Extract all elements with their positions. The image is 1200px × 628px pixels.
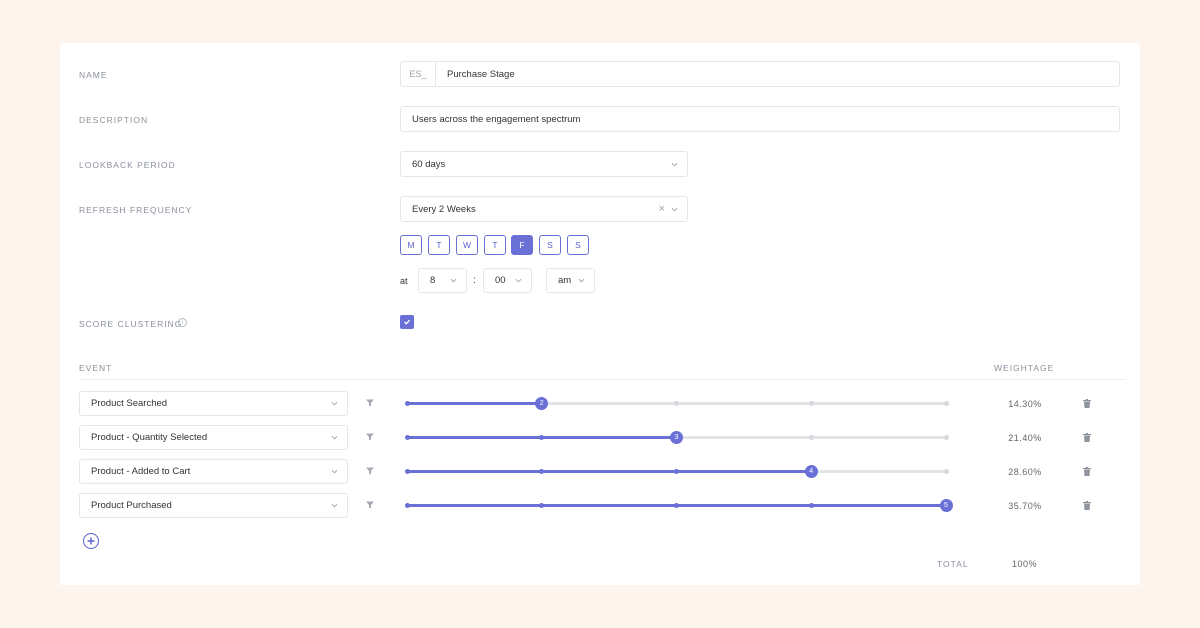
total-label: TOTAL [937, 559, 969, 569]
time-separator: : [473, 275, 476, 286]
lookback-label: LOOKBACK PERIOD [79, 160, 176, 170]
event-name-1: Product Searched [91, 398, 168, 409]
day-button-tue[interactable]: T [428, 235, 450, 255]
event-name-3: Product - Added to Cart [91, 466, 191, 477]
time-at-label: at [400, 276, 408, 286]
event-select-3[interactable]: Product - Added to Cart [79, 459, 348, 484]
slider-thumb[interactable]: 4 [804, 465, 818, 478]
trash-icon[interactable] [1083, 433, 1091, 442]
trash-icon[interactable] [1083, 399, 1091, 408]
slider-step-dot[interactable] [674, 503, 679, 508]
slider-step-dot[interactable] [674, 469, 679, 474]
slider-step-dot[interactable] [808, 503, 814, 508]
refresh-label: REFRESH FREQUENCY [79, 205, 193, 215]
slider-step-dot[interactable] [943, 469, 949, 474]
event-name-4: Product Purchased [91, 500, 172, 511]
slider-step-dot[interactable] [808, 435, 814, 440]
lookback-value: 60 days [412, 158, 446, 170]
trash-icon[interactable] [1083, 501, 1091, 510]
weight-value-3: 28.60% [1008, 467, 1042, 477]
name-field[interactable]: ES_ Purchase Stage [400, 61, 1120, 87]
chevron-down-icon [671, 206, 678, 213]
description-input[interactable]: Users across the engagement spectrum [401, 114, 1119, 125]
name-prefix: ES_ [401, 62, 436, 86]
hour-select[interactable]: 8 [418, 268, 467, 293]
refresh-value: Every 2 Weeks [412, 203, 476, 215]
slider-step-dot[interactable] [943, 435, 949, 440]
event-select-2[interactable]: Product - Quantity Selected [79, 425, 348, 450]
chevron-down-icon [450, 277, 457, 284]
trash-icon[interactable] [1083, 467, 1091, 476]
check-icon [404, 319, 410, 325]
minute-select[interactable]: 00 [483, 268, 532, 293]
meridiem-value: am [558, 275, 572, 286]
info-icon[interactable]: i [178, 318, 187, 327]
score-clustering-checkbox[interactable] [400, 315, 414, 329]
lookback-select[interactable]: 60 days [400, 151, 688, 177]
description-field[interactable]: Users across the engagement spectrum [400, 106, 1120, 132]
total-value: 100% [1012, 559, 1038, 569]
weightage-header: WEIGHTAGE [994, 363, 1055, 373]
refresh-select[interactable]: Every 2 Weeks × [400, 196, 688, 222]
slider-step-dot[interactable] [404, 435, 410, 440]
chevron-down-icon [331, 400, 338, 407]
weight-slider-4[interactable]: 5 [404, 499, 953, 512]
weight-slider-2[interactable]: 3 [404, 431, 949, 444]
add-circle-icon [87, 537, 95, 545]
day-button-wed[interactable]: W [456, 235, 478, 255]
day-button-fri[interactable]: F [511, 235, 533, 255]
weight-slider-3[interactable]: 4 [404, 465, 949, 478]
slider-step-dot[interactable] [404, 503, 410, 508]
slider-step-dot[interactable] [808, 401, 814, 406]
slider-step-dot[interactable] [404, 401, 410, 406]
minute-value: 00 [495, 275, 506, 286]
slider-fill [407, 402, 542, 405]
event-header: EVENT [79, 363, 113, 373]
day-button-thu[interactable]: T [484, 235, 506, 255]
name-input[interactable]: Purchase Stage [436, 69, 1119, 80]
chevron-down-icon [515, 277, 522, 284]
filter-icon[interactable] [365, 398, 375, 408]
chevron-down-icon [671, 161, 678, 168]
chevron-down-icon [331, 468, 338, 475]
filter-icon[interactable] [365, 432, 375, 442]
score-clustering-label: SCORE CLUSTERING [79, 319, 183, 329]
filter-icon[interactable] [365, 500, 375, 510]
chevron-down-icon [331, 434, 338, 441]
weight-value-2: 21.40% [1008, 433, 1042, 443]
slider-step-dot[interactable] [404, 469, 410, 474]
slider-fill [407, 470, 812, 473]
hour-value: 8 [430, 275, 436, 286]
name-label: NAME [79, 70, 108, 80]
description-label: DESCRIPTION [79, 115, 149, 125]
event-name-2: Product - Quantity Selected [91, 432, 208, 443]
slider-step-dot[interactable] [943, 401, 949, 406]
event-select-4[interactable]: Product Purchased [79, 493, 348, 518]
day-button-mon[interactable]: M [400, 235, 422, 255]
weight-value-1: 14.30% [1008, 399, 1042, 409]
day-button-sun[interactable]: S [567, 235, 589, 255]
meridiem-select[interactable]: am [546, 268, 595, 293]
chevron-down-icon [578, 277, 585, 284]
filter-icon[interactable] [365, 466, 375, 476]
slider-thumb[interactable]: 3 [670, 431, 683, 444]
day-button-sat[interactable]: S [539, 235, 561, 255]
slider-step-dot[interactable] [674, 401, 679, 406]
weight-value-4: 35.70% [1008, 501, 1042, 511]
slider-thumb[interactable]: 5 [939, 499, 953, 512]
chevron-down-icon [331, 502, 338, 509]
event-select-1[interactable]: Product Searched [79, 391, 348, 416]
header-divider [79, 379, 1126, 380]
add-event-button[interactable] [83, 533, 99, 549]
clear-icon[interactable]: × [659, 203, 665, 215]
weight-slider-1[interactable]: 2 [404, 397, 949, 410]
